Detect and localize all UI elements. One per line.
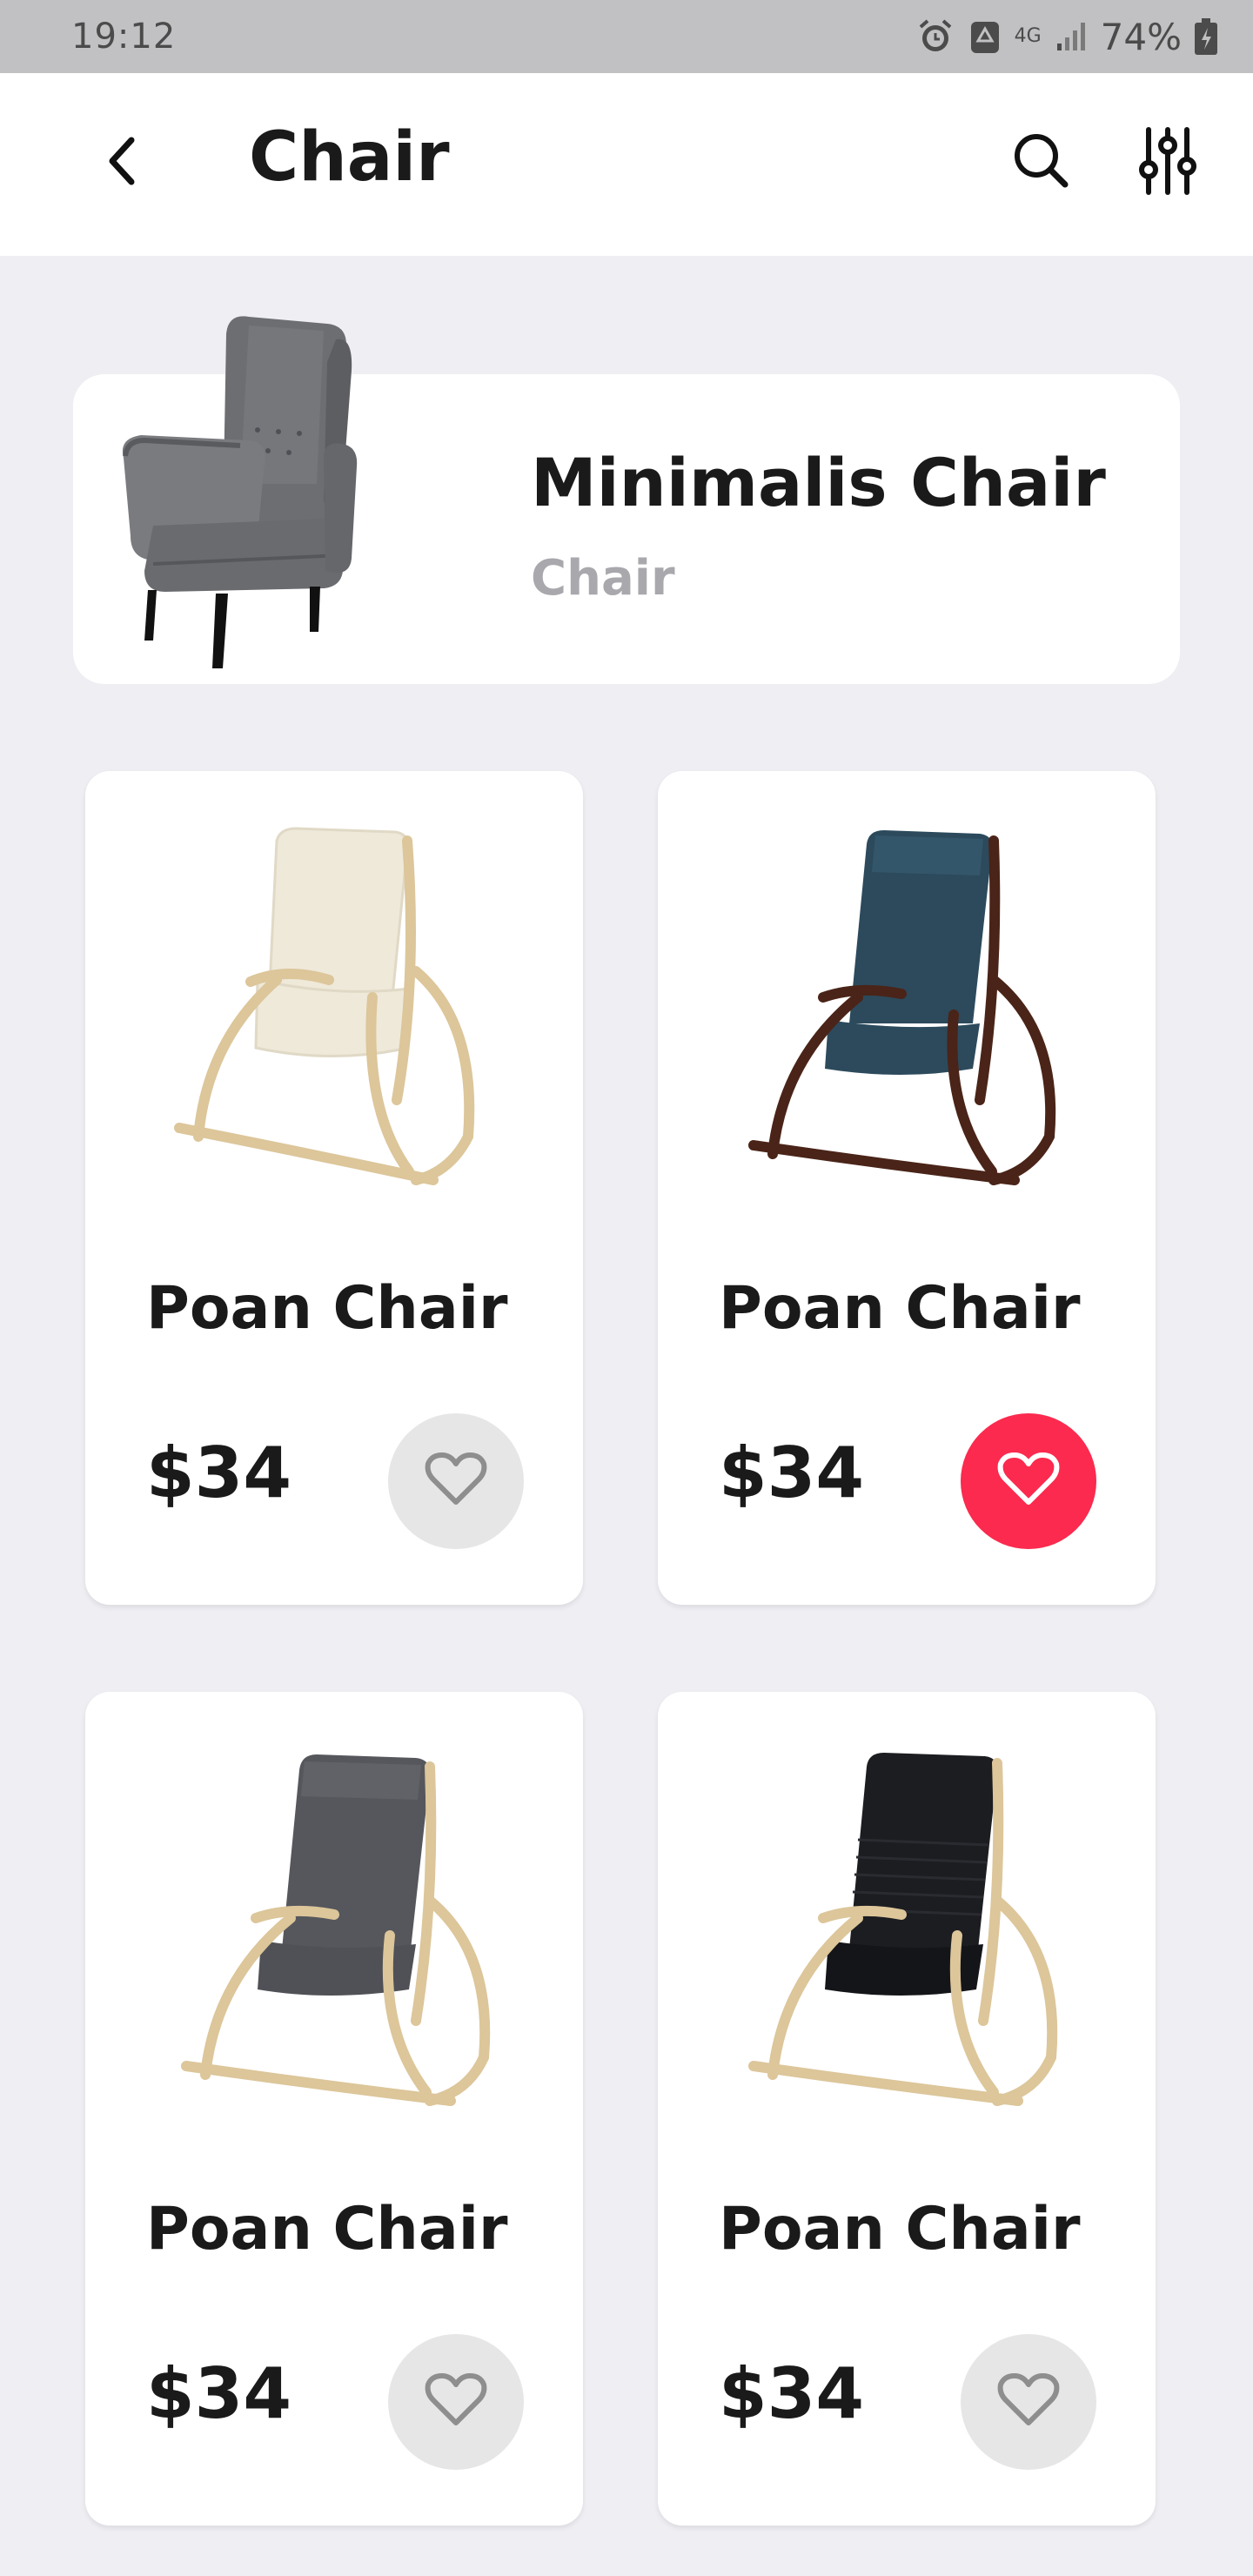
favorite-button[interactable] (961, 1413, 1096, 1549)
favorite-button[interactable] (388, 2334, 524, 2470)
filter-sliders-icon (1139, 126, 1196, 199)
status-icons: 4G 74% (915, 16, 1218, 58)
recycle-notification-icon (968, 17, 1002, 57)
product-name: Poan Chair (146, 1274, 508, 1343)
heart-outline-icon (997, 1452, 1060, 1511)
app-bar: Chair (0, 73, 1253, 256)
alarm-icon (915, 17, 955, 57)
signal-icon (1054, 19, 1089, 54)
page-title: Chair (249, 118, 450, 197)
featured-product-category: Chair (531, 550, 675, 607)
chevron-left-icon (100, 135, 145, 191)
featured-product-image (118, 310, 449, 684)
heart-outline-icon (425, 1452, 487, 1511)
network-type: 4G (1014, 25, 1042, 47)
product-name: Poan Chair (719, 1274, 1081, 1343)
favorite-button[interactable] (388, 1413, 524, 1549)
product-price: $34 (719, 2353, 864, 2434)
product-card[interactable]: Poan Chair $34 (658, 1692, 1156, 2526)
product-image (727, 823, 1086, 1197)
heart-outline-icon (997, 2372, 1060, 2432)
search-icon (1009, 129, 1072, 195)
product-name: Poan Chair (146, 2195, 508, 2264)
back-button[interactable] (90, 131, 155, 195)
product-card[interactable]: Poan Chair $34 (85, 771, 583, 1605)
product-price: $34 (719, 1432, 864, 1513)
status-bar: 19:12 4G 74% (0, 0, 1253, 73)
search-button[interactable] (1004, 125, 1077, 198)
product-image (727, 1744, 1086, 2118)
battery-percentage: 74% (1100, 15, 1182, 58)
product-price: $34 (146, 2353, 291, 2434)
product-price: $34 (146, 1432, 291, 1513)
status-time: 19:12 (71, 17, 177, 57)
favorite-button[interactable] (961, 2334, 1096, 2470)
product-name: Poan Chair (719, 2195, 1081, 2264)
product-card[interactable]: Poan Chair $34 (85, 1692, 583, 2526)
product-image (155, 823, 513, 1197)
product-card[interactable]: Poan Chair $34 (658, 771, 1156, 1605)
filter-button[interactable] (1131, 124, 1204, 202)
heart-outline-icon (425, 2372, 487, 2432)
featured-product-name: Minimalis Chair (531, 444, 1106, 521)
battery-charging-icon (1194, 17, 1218, 56)
product-image (155, 1744, 513, 2118)
